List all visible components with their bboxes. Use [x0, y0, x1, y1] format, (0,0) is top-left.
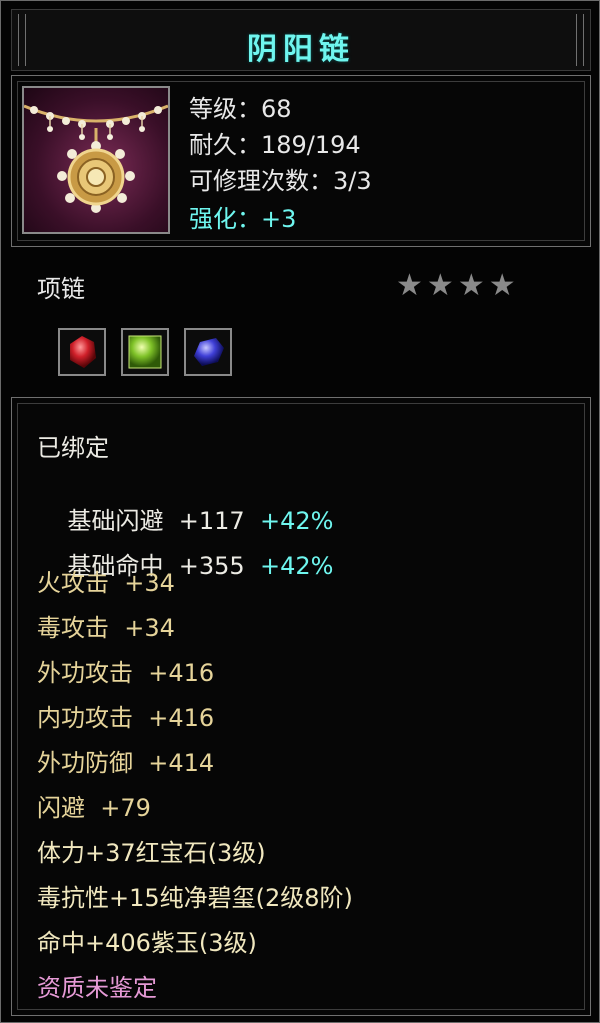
sapphire-gem-icon[interactable] [184, 328, 232, 376]
bound-status: 已绑定 [37, 434, 109, 462]
external-attack: 外功攻击 +416 [37, 659, 215, 687]
ruby-gem-icon[interactable] [58, 328, 106, 376]
level-stat: 等级：68 [189, 95, 292, 123]
star-icon: ★ [488, 268, 520, 303]
item-name: 阴阳链 [247, 32, 355, 67]
gem-bonus-jade: 毒抗性+15纯净碧玺(2级8阶) [37, 884, 353, 912]
star-rating: ★★★★ [396, 268, 520, 303]
star-icon: ★ [457, 268, 489, 303]
internal-attack: 内功攻击 +416 [37, 704, 215, 732]
gem-bonus-ruby: 体力+37红宝石(3级) [37, 839, 266, 867]
necklace-icon [22, 86, 170, 234]
repair-count-stat: 可修理次数：3/3 [189, 167, 372, 195]
base-hit-percent: +42% [259, 552, 334, 580]
quality-status: 资质未鉴定 [37, 974, 157, 1002]
enhance-stat: 强化：+3 [189, 205, 297, 233]
fire-attack: 火攻击 +34 [37, 569, 175, 597]
base-hit-value: +355 [178, 552, 245, 580]
durability-stat: 耐久：189/194 [189, 131, 361, 159]
gem-bonus-sapphire: 命中+406紫玉(3级) [37, 929, 257, 957]
item-type: 项链 [37, 275, 85, 303]
title-bar: 阴阳链 [11, 9, 591, 71]
star-icon: ★ [396, 268, 427, 303]
poison-attack: 毒攻击 +34 [37, 614, 175, 642]
item-tooltip: 阴阳链 等级：68 耐久：189/194 可修理次数：3/3 强化：+3 项链 … [0, 0, 600, 1023]
dodge-stat: 闪避 +79 [37, 794, 151, 822]
external-defense: 外功防御 +414 [37, 749, 215, 777]
star-icon: ★ [426, 268, 458, 303]
jade-gem-icon[interactable] [121, 328, 169, 376]
